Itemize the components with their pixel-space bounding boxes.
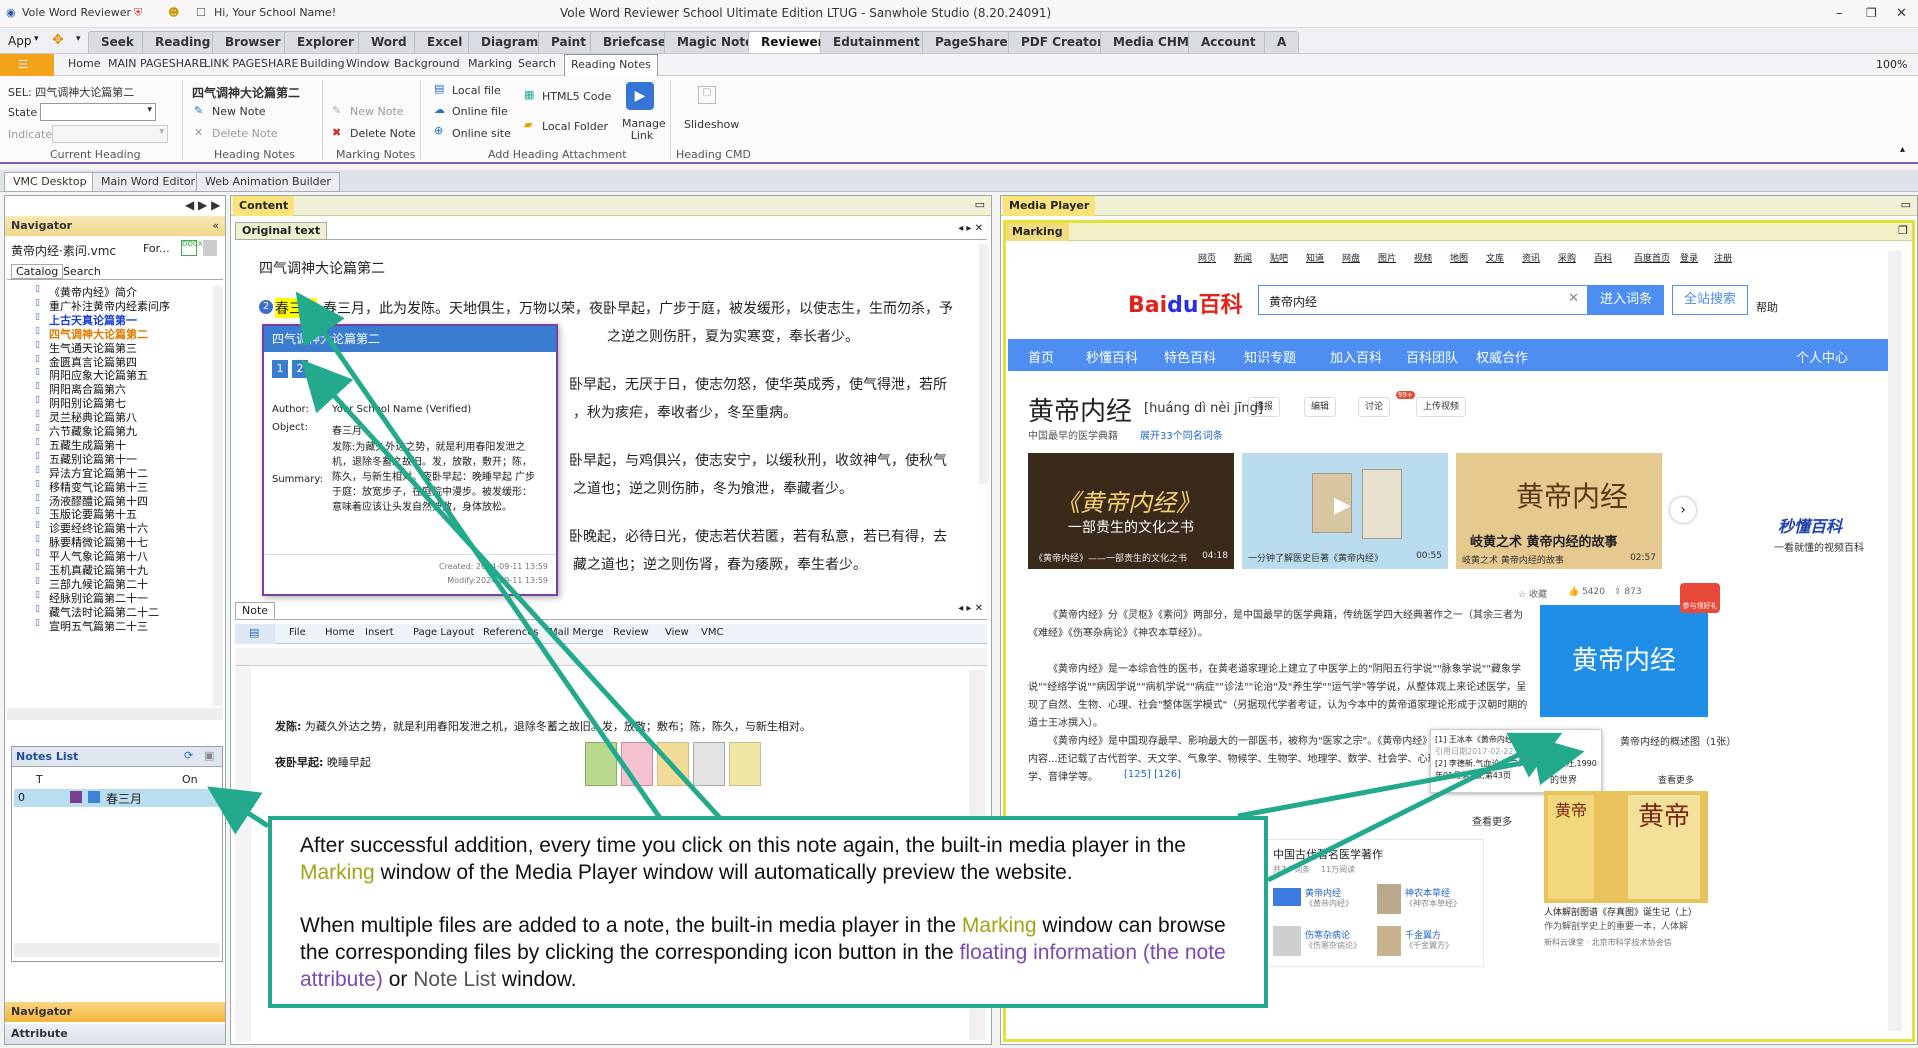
instruction-callout: After successful addition, every time yo… [268, 816, 1268, 1008]
arrow-to-popup-buttons [301, 359, 722, 820]
arrow-to-note-badge [295, 291, 663, 820]
arrow-to-webpage [1266, 732, 1563, 883]
arrow-to-notes-list [207, 786, 270, 835]
callout-paragraph-2: When multiple files are added to a note,… [300, 914, 1226, 991]
arrow-to-webpage-2 [1237, 736, 1585, 819]
callout-paragraph-1: After successful addition, every time yo… [300, 834, 1186, 884]
